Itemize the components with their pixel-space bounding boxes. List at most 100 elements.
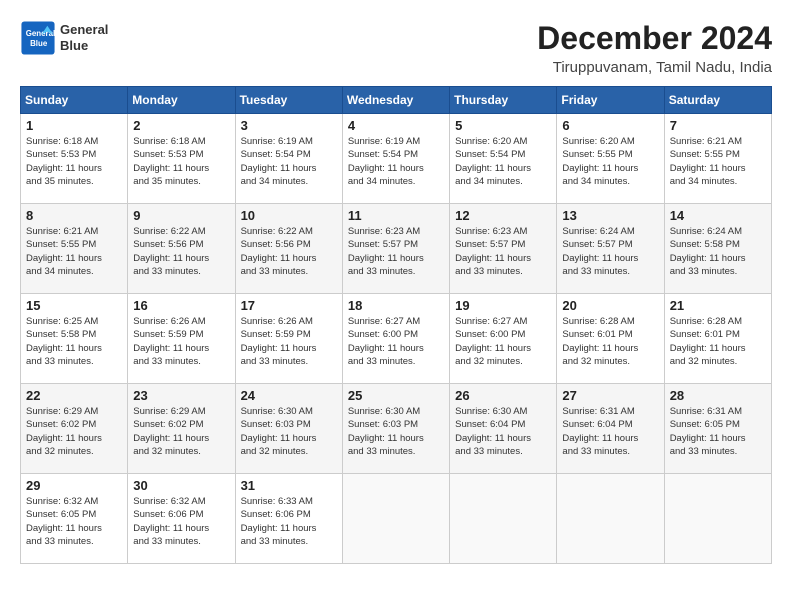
calendar-cell bbox=[342, 474, 449, 564]
calendar-cell: 17 Sunrise: 6:26 AMSunset: 5:59 PMDayligh… bbox=[235, 294, 342, 384]
calendar-cell: 30 Sunrise: 6:32 AMSunset: 6:06 PMDayligh… bbox=[128, 474, 235, 564]
calendar-cell bbox=[557, 474, 664, 564]
cell-details: Sunrise: 6:29 AMSunset: 6:02 PMDaylight:… bbox=[26, 405, 122, 458]
calendar-cell: 15 Sunrise: 6:25 AMSunset: 5:58 PMDayligh… bbox=[21, 294, 128, 384]
weekday-row: SundayMondayTuesdayWednesdayThursdayFrid… bbox=[21, 87, 772, 114]
cell-details: Sunrise: 6:30 AMSunset: 6:03 PMDaylight:… bbox=[241, 405, 337, 458]
day-number: 8 bbox=[26, 208, 122, 223]
calendar-body: 1Sunrise: 6:18 AMSunset: 5:53 PMDaylight… bbox=[21, 114, 772, 564]
calendar-cell: 2 Sunrise: 6:18 AMSunset: 5:53 PMDaylight… bbox=[128, 114, 235, 204]
cell-details: Sunrise: 6:20 AMSunset: 5:55 PMDaylight:… bbox=[562, 135, 658, 188]
day-number: 6 bbox=[562, 118, 658, 133]
day-number: 27 bbox=[562, 388, 658, 403]
day-number: 3 bbox=[241, 118, 337, 133]
day-number: 22 bbox=[26, 388, 122, 403]
calendar-cell: 20 Sunrise: 6:28 AMSunset: 6:01 PMDayligh… bbox=[557, 294, 664, 384]
calendar-cell: 18 Sunrise: 6:27 AMSunset: 6:00 PMDayligh… bbox=[342, 294, 449, 384]
day-number: 14 bbox=[670, 208, 766, 223]
day-number: 13 bbox=[562, 208, 658, 223]
day-number: 30 bbox=[133, 478, 229, 493]
calendar-cell: 6 Sunrise: 6:20 AMSunset: 5:55 PMDaylight… bbox=[557, 114, 664, 204]
calendar-cell: 1Sunrise: 6:18 AMSunset: 5:53 PMDaylight… bbox=[21, 114, 128, 204]
cell-details: Sunrise: 6:33 AMSunset: 6:06 PMDaylight:… bbox=[241, 495, 337, 548]
calendar-week-5: 29Sunrise: 6:32 AMSunset: 6:05 PMDayligh… bbox=[21, 474, 772, 564]
cell-details: Sunrise: 6:18 AMSunset: 5:53 PMDaylight:… bbox=[133, 135, 229, 188]
cell-details: Sunrise: 6:31 AMSunset: 6:05 PMDaylight:… bbox=[670, 405, 766, 458]
svg-text:Blue: Blue bbox=[30, 39, 48, 48]
day-number: 28 bbox=[670, 388, 766, 403]
cell-details: Sunrise: 6:29 AMSunset: 6:02 PMDaylight:… bbox=[133, 405, 229, 458]
weekday-header-wednesday: Wednesday bbox=[342, 87, 449, 114]
calendar-cell: 28 Sunrise: 6:31 AMSunset: 6:05 PMDayligh… bbox=[664, 384, 771, 474]
day-number: 26 bbox=[455, 388, 551, 403]
weekday-header-friday: Friday bbox=[557, 87, 664, 114]
calendar-cell: 22 Sunrise: 6:29 AMSunset: 6:02 PMDayligh… bbox=[21, 384, 128, 474]
calendar-cell: 25Sunrise: 6:30 AMSunset: 6:03 PMDayligh… bbox=[342, 384, 449, 474]
calendar-cell: 23 Sunrise: 6:29 AMSunset: 6:02 PMDayligh… bbox=[128, 384, 235, 474]
svg-text:General: General bbox=[26, 29, 55, 38]
day-number: 15 bbox=[26, 298, 122, 313]
calendar-cell bbox=[450, 474, 557, 564]
calendar-cell: 3 Sunrise: 6:19 AMSunset: 5:54 PMDaylight… bbox=[235, 114, 342, 204]
weekday-header-monday: Monday bbox=[128, 87, 235, 114]
calendar-cell: 8 Sunrise: 6:21 AMSunset: 5:55 PMDaylight… bbox=[21, 204, 128, 294]
day-number: 17 bbox=[241, 298, 337, 313]
calendar-cell: 11 Sunrise: 6:23 AMSunset: 5:57 PMDayligh… bbox=[342, 204, 449, 294]
day-number: 2 bbox=[133, 118, 229, 133]
day-number: 10 bbox=[241, 208, 337, 223]
cell-details: Sunrise: 6:27 AMSunset: 6:00 PMDaylight:… bbox=[348, 315, 444, 368]
cell-details: Sunrise: 6:21 AMSunset: 5:55 PMDaylight:… bbox=[26, 225, 122, 278]
cell-details: Sunrise: 6:25 AMSunset: 5:58 PMDaylight:… bbox=[26, 315, 122, 368]
calendar-cell: 14Sunrise: 6:24 AMSunset: 5:58 PMDayligh… bbox=[664, 204, 771, 294]
day-number: 19 bbox=[455, 298, 551, 313]
sub-title: Tiruppuvanam, Tamil Nadu, India bbox=[537, 59, 772, 76]
cell-details: Sunrise: 6:30 AMSunset: 6:04 PMDaylight:… bbox=[455, 405, 551, 458]
cell-details: Sunrise: 6:24 AMSunset: 5:57 PMDaylight:… bbox=[562, 225, 658, 278]
day-number: 16 bbox=[133, 298, 229, 313]
cell-details: Sunrise: 6:32 AMSunset: 6:06 PMDaylight:… bbox=[133, 495, 229, 548]
cell-details: Sunrise: 6:26 AMSunset: 5:59 PMDaylight:… bbox=[133, 315, 229, 368]
day-number: 20 bbox=[562, 298, 658, 313]
calendar-cell: 5 Sunrise: 6:20 AMSunset: 5:54 PMDaylight… bbox=[450, 114, 557, 204]
day-number: 18 bbox=[348, 298, 444, 313]
day-number: 11 bbox=[348, 208, 444, 223]
cell-details: Sunrise: 6:19 AMSunset: 5:54 PMDaylight:… bbox=[241, 135, 337, 188]
logo-icon: General Blue bbox=[20, 20, 56, 56]
cell-details: Sunrise: 6:21 AMSunset: 5:55 PMDaylight:… bbox=[670, 135, 766, 188]
weekday-header-sunday: Sunday bbox=[21, 87, 128, 114]
day-number: 21 bbox=[670, 298, 766, 313]
cell-details: Sunrise: 6:23 AMSunset: 5:57 PMDaylight:… bbox=[348, 225, 444, 278]
main-title: December 2024 bbox=[537, 20, 772, 57]
calendar-cell: 10Sunrise: 6:22 AMSunset: 5:56 PMDayligh… bbox=[235, 204, 342, 294]
cell-details: Sunrise: 6:30 AMSunset: 6:03 PMDaylight:… bbox=[348, 405, 444, 458]
calendar-week-1: 1Sunrise: 6:18 AMSunset: 5:53 PMDaylight… bbox=[21, 114, 772, 204]
day-number: 24 bbox=[241, 388, 337, 403]
day-number: 23 bbox=[133, 388, 229, 403]
cell-details: Sunrise: 6:22 AMSunset: 5:56 PMDaylight:… bbox=[133, 225, 229, 278]
calendar-table: SundayMondayTuesdayWednesdayThursdayFrid… bbox=[20, 86, 772, 564]
calendar-header: SundayMondayTuesdayWednesdayThursdayFrid… bbox=[21, 87, 772, 114]
cell-details: Sunrise: 6:26 AMSunset: 5:59 PMDaylight:… bbox=[241, 315, 337, 368]
day-number: 7 bbox=[670, 118, 766, 133]
day-number: 29 bbox=[26, 478, 122, 493]
calendar-week-4: 22 Sunrise: 6:29 AMSunset: 6:02 PMDayligh… bbox=[21, 384, 772, 474]
cell-details: Sunrise: 6:20 AMSunset: 5:54 PMDaylight:… bbox=[455, 135, 551, 188]
title-area: December 2024 Tiruppuvanam, Tamil Nadu, … bbox=[537, 20, 772, 76]
cell-details: Sunrise: 6:18 AMSunset: 5:53 PMDaylight:… bbox=[26, 135, 122, 188]
cell-details: Sunrise: 6:28 AMSunset: 6:01 PMDaylight:… bbox=[562, 315, 658, 368]
weekday-header-thursday: Thursday bbox=[450, 87, 557, 114]
weekday-header-saturday: Saturday bbox=[664, 87, 771, 114]
calendar-cell: 4 Sunrise: 6:19 AMSunset: 5:54 PMDaylight… bbox=[342, 114, 449, 204]
calendar-cell: 9Sunrise: 6:22 AMSunset: 5:56 PMDaylight… bbox=[128, 204, 235, 294]
cell-details: Sunrise: 6:28 AMSunset: 6:01 PMDaylight:… bbox=[670, 315, 766, 368]
day-number: 4 bbox=[348, 118, 444, 133]
calendar-cell: 29Sunrise: 6:32 AMSunset: 6:05 PMDayligh… bbox=[21, 474, 128, 564]
cell-details: Sunrise: 6:19 AMSunset: 5:54 PMDaylight:… bbox=[348, 135, 444, 188]
calendar-cell: 21 Sunrise: 6:28 AMSunset: 6:01 PMDayligh… bbox=[664, 294, 771, 384]
logo: General Blue General Blue bbox=[20, 20, 108, 56]
day-number: 5 bbox=[455, 118, 551, 133]
cell-details: Sunrise: 6:31 AMSunset: 6:04 PMDaylight:… bbox=[562, 405, 658, 458]
cell-details: Sunrise: 6:23 AMSunset: 5:57 PMDaylight:… bbox=[455, 225, 551, 278]
calendar-cell: 7 Sunrise: 6:21 AMSunset: 5:55 PMDaylight… bbox=[664, 114, 771, 204]
calendar-cell bbox=[664, 474, 771, 564]
